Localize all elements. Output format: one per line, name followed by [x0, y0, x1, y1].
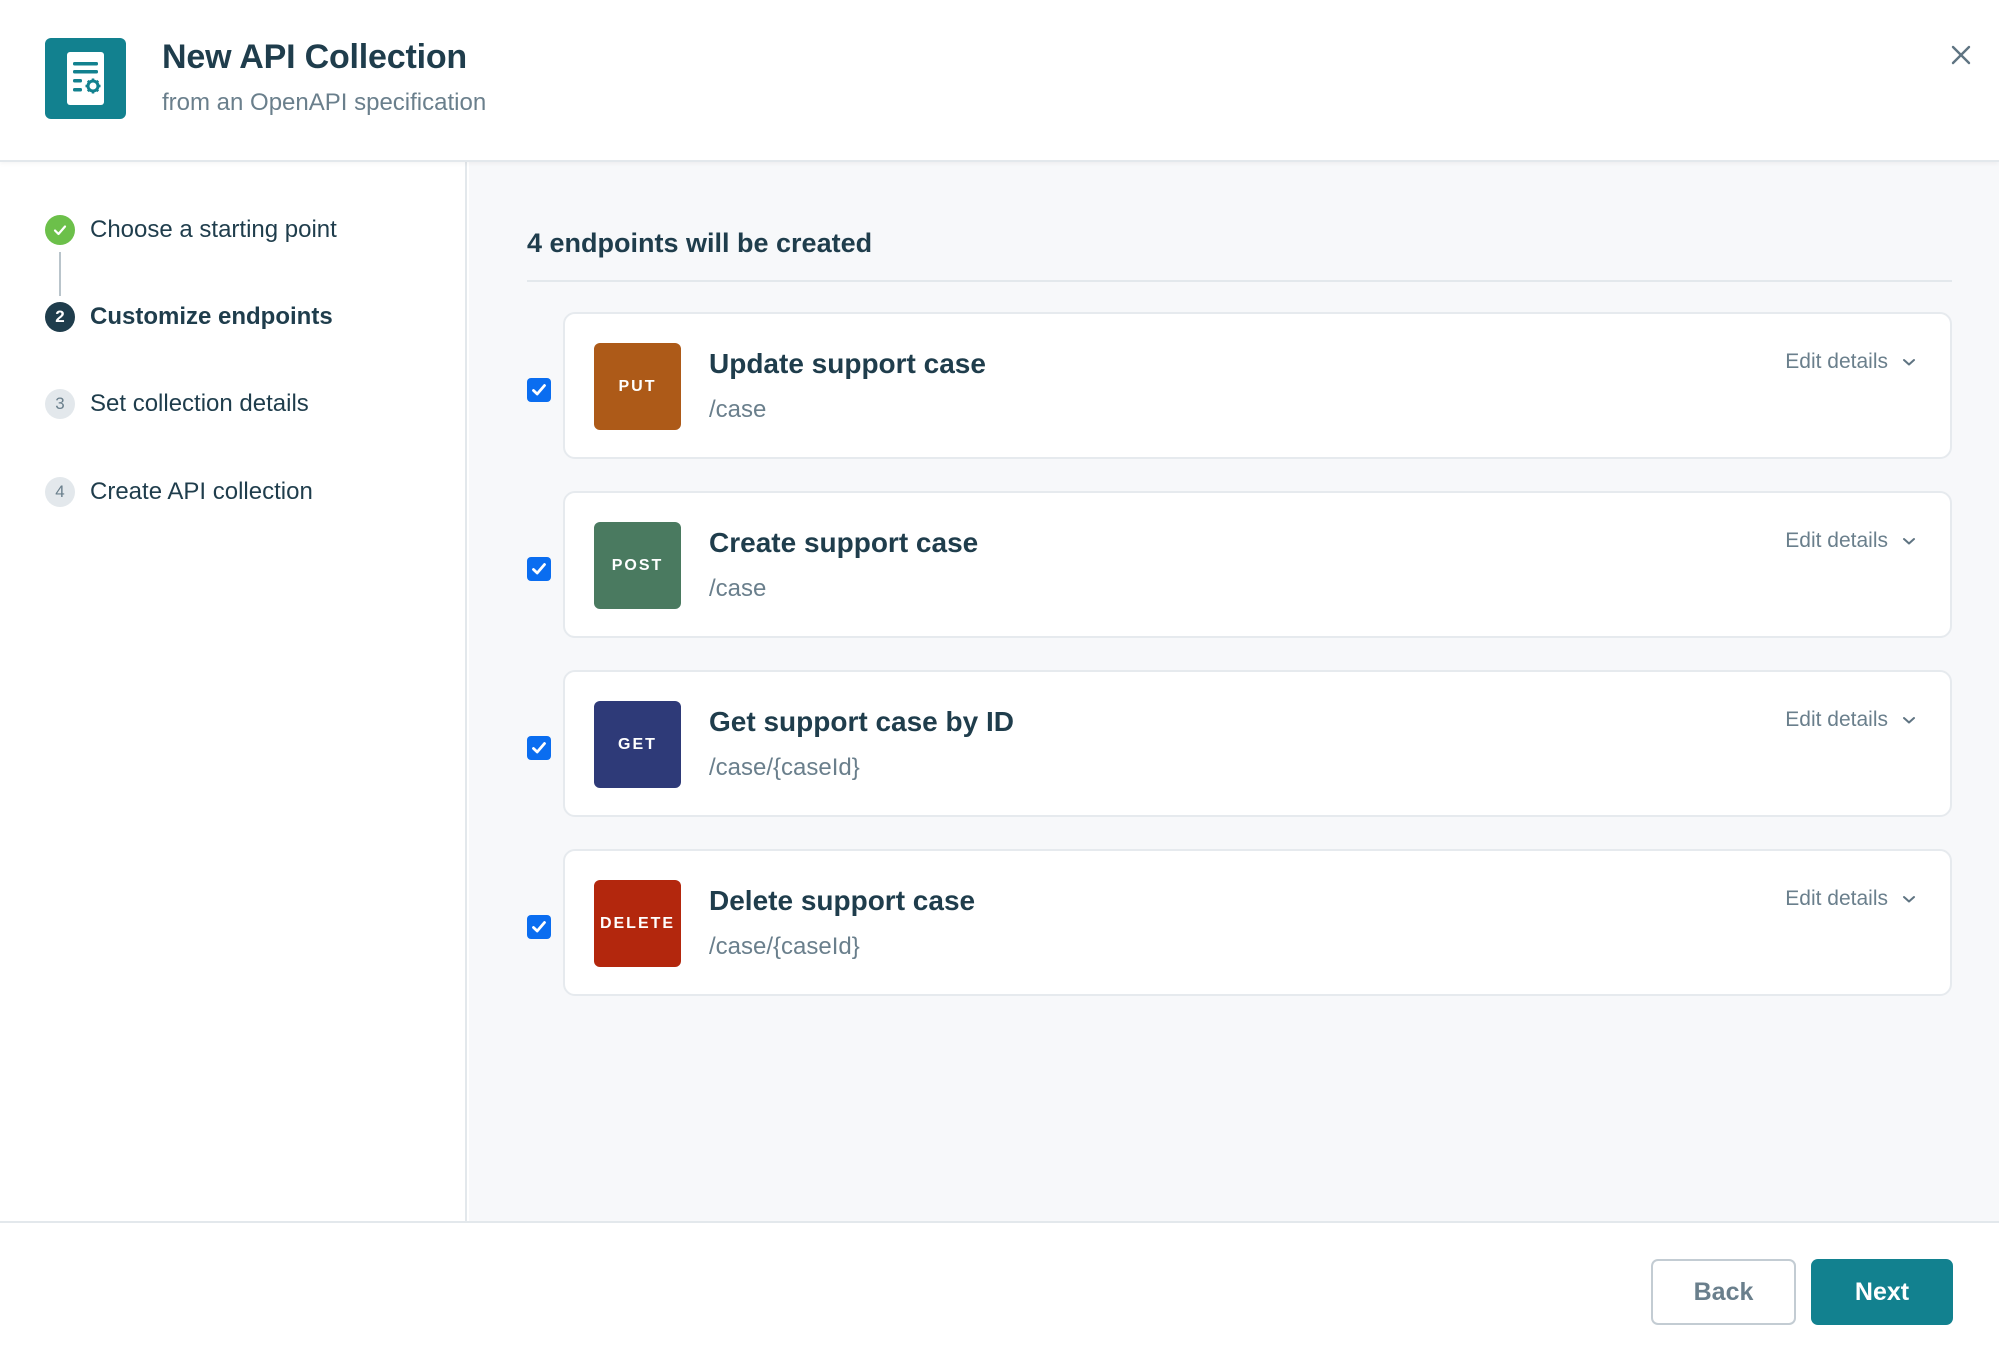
chevron-down-icon [1903, 717, 1915, 724]
edit-details-label: Edit details [1785, 708, 1888, 731]
endpoint-path: /case [709, 396, 767, 423]
close-icon [1951, 45, 1971, 65]
step-label: Customize endpoints [90, 303, 333, 330]
endpoints-count-heading: 4 endpoints will be created [527, 228, 873, 258]
divider [527, 280, 1952, 282]
dialog-subtitle: from an OpenAPI specification [162, 89, 487, 116]
wizard-steps-sidebar: Choose a starting point 2 Customize endp… [0, 162, 467, 1221]
endpoint-checkbox[interactable] [527, 378, 551, 402]
endpoint-card: PUT Update support case /case Edit detai… [563, 312, 1952, 459]
dialog-footer: Back Next [0, 1221, 1999, 1352]
edit-details-toggle[interactable]: Edit details [1785, 529, 1916, 553]
checkmark-icon [532, 742, 546, 754]
endpoint-checkbox[interactable] [527, 736, 551, 760]
step-label: Choose a starting point [90, 216, 337, 243]
endpoint-name: Delete support case [709, 885, 976, 916]
checkmark-icon [532, 921, 546, 933]
step-label: Create API collection [90, 478, 313, 505]
endpoint-row: DELETE Delete support case /case/{caseId… [527, 849, 1952, 996]
step-label: Set collection details [90, 390, 309, 417]
endpoint-path: /case/{caseId} [709, 754, 860, 781]
close-button[interactable] [1946, 40, 1976, 70]
checkmark-icon [532, 563, 546, 575]
edit-details-toggle[interactable]: Edit details [1785, 350, 1916, 374]
step-number: 3 [45, 389, 75, 419]
endpoint-card: POST Create support case /case Edit deta… [563, 491, 1952, 638]
next-button[interactable]: Next [1811, 1259, 1953, 1325]
step-set-collection-details[interactable]: 3 Set collection details [45, 389, 309, 419]
method-badge: DELETE [594, 880, 681, 967]
method-badge: PUT [594, 343, 681, 430]
dialog-header: New API Collection from an OpenAPI speci… [0, 0, 1999, 162]
edit-details-label: Edit details [1785, 350, 1888, 373]
endpoint-path: /case [709, 575, 767, 602]
chevron-down-icon [1903, 538, 1915, 545]
endpoint-row: PUT Update support case /case Edit detai… [527, 312, 1952, 459]
step-customize-endpoints[interactable]: 2 Customize endpoints [45, 302, 333, 332]
back-button[interactable]: Back [1651, 1259, 1796, 1325]
api-document-gear-icon [45, 38, 126, 119]
method-badge: GET [594, 701, 681, 788]
endpoint-name: Create support case [709, 527, 979, 558]
step-create-api-collection[interactable]: 4 Create API collection [45, 477, 313, 507]
endpoints-panel: 4 endpoints will be created PUT Update s… [469, 162, 1999, 1221]
endpoint-checkbox[interactable] [527, 915, 551, 939]
endpoint-row: POST Create support case /case Edit deta… [527, 491, 1952, 638]
endpoint-name: Update support case [709, 348, 986, 379]
edit-details-toggle[interactable]: Edit details [1785, 708, 1916, 732]
step-complete-check-icon [45, 215, 75, 245]
endpoint-card: GET Get support case by ID /case/{caseId… [563, 670, 1952, 817]
step-choose-starting-point[interactable]: Choose a starting point [45, 215, 337, 245]
step-number: 2 [45, 302, 75, 332]
step-number: 4 [45, 477, 75, 507]
endpoint-path: /case/{caseId} [709, 933, 860, 960]
endpoint-row: GET Get support case by ID /case/{caseId… [527, 670, 1952, 817]
dialog-title: New API Collection [162, 38, 467, 76]
checkmark-icon [532, 384, 546, 396]
step-connector [59, 252, 61, 296]
edit-details-toggle[interactable]: Edit details [1785, 887, 1916, 911]
chevron-down-icon [1903, 359, 1915, 366]
method-badge: POST [594, 522, 681, 609]
edit-details-label: Edit details [1785, 529, 1888, 552]
chevron-down-icon [1903, 896, 1915, 903]
edit-details-label: Edit details [1785, 887, 1888, 910]
endpoint-card: DELETE Delete support case /case/{caseId… [563, 849, 1952, 996]
endpoint-checkbox[interactable] [527, 557, 551, 581]
endpoint-name: Get support case by ID [709, 706, 1014, 737]
